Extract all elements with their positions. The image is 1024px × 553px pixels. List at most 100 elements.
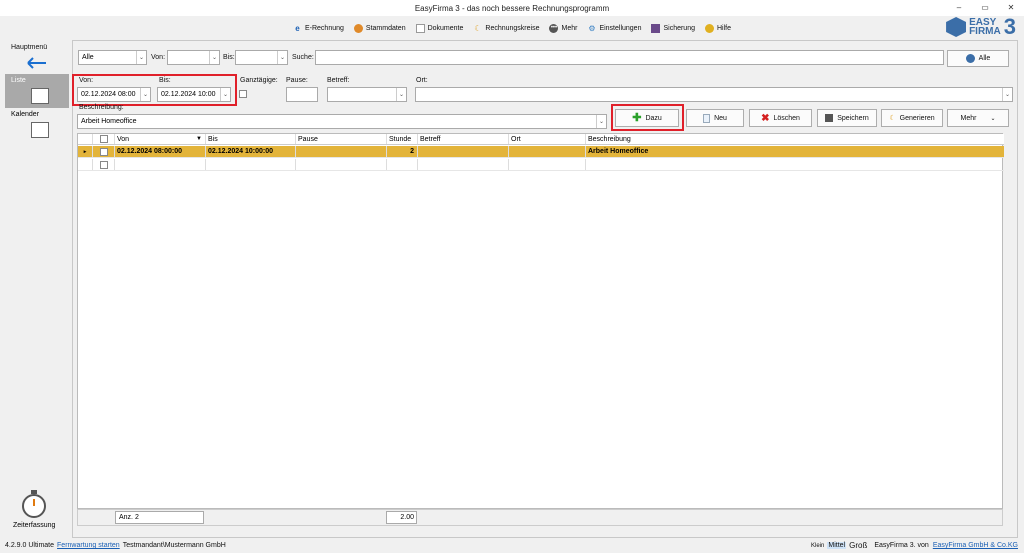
- people-icon: [353, 23, 363, 33]
- cell-empty: [509, 159, 586, 170]
- row-checkbox[interactable]: [99, 160, 108, 169]
- cell-ort: [509, 146, 586, 157]
- sidebar-item-label: Liste: [11, 77, 26, 84]
- menu-item-stammdaten[interactable]: Stammdaten: [352, 22, 408, 35]
- menu-label: Mehr: [561, 24, 578, 32]
- product-text: EasyFirma 3. von: [874, 542, 929, 549]
- sidebar-item-label: Kalender: [11, 111, 40, 118]
- logo-number: 3: [1003, 14, 1016, 39]
- ganztaegig-checkbox[interactable]: [239, 90, 247, 98]
- column-header-bis[interactable]: Bis: [206, 134, 296, 144]
- backup-icon: [651, 23, 661, 33]
- row-checkbox-cell: [93, 159, 115, 170]
- version-text: 4.2.9.0 Ultimate: [5, 542, 55, 549]
- company-link[interactable]: EasyFirma GmbH & Co.KG: [933, 542, 1018, 549]
- size-small-option[interactable]: Klein: [811, 543, 824, 549]
- cell-empty: [296, 159, 387, 170]
- menu-item-rechnungskreise[interactable]: ☾ Rechnungskreise: [471, 22, 541, 35]
- menu-label: E-Rechnung: [304, 24, 344, 32]
- chevron-down-icon: ⌄: [136, 51, 146, 64]
- refresh-icon: [965, 54, 975, 63]
- filter-von-input[interactable]: ⌄: [167, 50, 220, 65]
- sidebar-item-label: Hauptmenü: [11, 44, 48, 51]
- menu-item-mehr[interactable]: ••• Mehr: [547, 22, 579, 35]
- more-icon: •••: [549, 23, 559, 33]
- cell-empty: [586, 159, 1004, 170]
- help-icon: [705, 23, 714, 33]
- beschreibung-label: Beschreibung:: [79, 104, 124, 111]
- sidebar-item-liste[interactable]: Liste: [5, 74, 69, 108]
- column-header-von[interactable]: Von ▼: [115, 134, 206, 144]
- moon-icon: ☾: [889, 115, 896, 122]
- fernwartung-link[interactable]: Fernwartung starten: [57, 542, 120, 549]
- beschreibung-select[interactable]: Arbeit Homeoffice ⌄: [77, 114, 607, 129]
- hours-sum-field: 2.00: [386, 511, 417, 524]
- status-filter-select[interactable]: Alle ⌄: [78, 50, 147, 65]
- chevron-down-icon: ⌄: [396, 88, 406, 101]
- row-pointer-icon: ▸: [78, 146, 93, 157]
- new-row[interactable]: [78, 159, 1004, 171]
- filter-bis-input[interactable]: ⌄: [235, 50, 288, 65]
- calendar-icon: [31, 122, 49, 138]
- stopwatch-icon[interactable]: [20, 488, 48, 520]
- menu-item-hilfe[interactable]: Hilfe: [703, 22, 733, 35]
- sidebar-item-kalender[interactable]: Kalender: [5, 108, 69, 142]
- menu-item-dokumente[interactable]: Dokumente: [414, 22, 466, 35]
- chevron-down-icon: ⌄: [990, 115, 996, 122]
- sidebar: Hauptmenü Liste Kalender Zeiterfassung: [0, 40, 70, 538]
- pause-input[interactable]: [286, 87, 318, 102]
- gear-icon: ⚙: [588, 23, 596, 33]
- menu-item-e-rechnung[interactable]: e E-Rechnung: [291, 22, 346, 35]
- size-large-option[interactable]: Groß: [849, 541, 867, 550]
- chevron-down-icon: ⌄: [277, 51, 287, 64]
- minimize-button[interactable]: –: [946, 0, 972, 14]
- pause-label: Pause:: [286, 77, 308, 84]
- ganztaegig-label: Ganztägige:: [240, 77, 278, 84]
- app-logo: EASY FIRMA 3: [946, 14, 1016, 39]
- menu-item-sicherung[interactable]: Sicherung: [649, 22, 697, 35]
- chevron-down-icon: ⌄: [1002, 88, 1012, 101]
- row-checkbox[interactable]: [99, 147, 108, 156]
- alle-button[interactable]: Alle: [947, 50, 1009, 67]
- mehr-button[interactable]: Mehr ⌄: [947, 109, 1009, 127]
- sidebar-item-hauptmenu[interactable]: Hauptmenü: [11, 44, 71, 51]
- cell-empty: [387, 159, 418, 170]
- cube-icon: [946, 17, 967, 37]
- ort-select[interactable]: ⌄: [415, 87, 1013, 102]
- arrow-left-icon[interactable]: [26, 57, 48, 69]
- menu-item-einstellungen[interactable]: ⚙ Einstellungen: [585, 22, 643, 35]
- column-header-stunde[interactable]: Stunde: [387, 134, 418, 144]
- select-all-checkbox[interactable]: [99, 135, 108, 143]
- maximize-button[interactable]: ▭: [972, 0, 998, 14]
- ort-label: Ort:: [416, 77, 428, 84]
- top-menu: e E-Rechnung Stammdaten Dokumente ☾ Rech…: [0, 18, 1024, 38]
- column-header-pause[interactable]: Pause: [296, 134, 387, 144]
- cell-stunde: 2: [387, 146, 418, 157]
- generieren-button[interactable]: ☾ Generieren: [881, 109, 943, 127]
- column-header-betreff[interactable]: Betreff: [418, 134, 509, 144]
- loeschen-button[interactable]: ✖ Löschen: [749, 109, 812, 127]
- table-footer: Anz. 2 2.00: [77, 509, 1003, 526]
- table-row[interactable]: ▸ 02.12.2024 08:00:00 02.12.2024 10:00:0…: [78, 146, 1004, 158]
- size-mid-option[interactable]: Mittel: [827, 542, 847, 549]
- column-header-ort[interactable]: Ort: [509, 134, 586, 144]
- speichern-button[interactable]: Speichern: [817, 109, 877, 127]
- delete-icon: ✖: [761, 112, 770, 124]
- close-button[interactable]: ✕: [998, 0, 1024, 14]
- row-checkbox-cell: [93, 146, 115, 157]
- betreff-select[interactable]: ⌄: [327, 87, 407, 102]
- cell-empty: [115, 159, 206, 170]
- window-controls: – ▭ ✕: [946, 0, 1024, 14]
- mandant-text: Testmandant\Mustermann GmbH: [122, 542, 226, 549]
- neu-button[interactable]: Neu: [686, 109, 744, 127]
- row-indicator-header: [78, 134, 93, 144]
- logo-text: EASY FIRMA: [969, 17, 1001, 37]
- search-input[interactable]: [315, 50, 944, 65]
- column-header-beschreibung[interactable]: Beschreibung: [586, 134, 1004, 144]
- sidebar-item-zeiterfassung[interactable]: Zeiterfassung: [13, 522, 55, 529]
- menu-label: Stammdaten: [365, 24, 406, 32]
- document-icon: [415, 23, 425, 33]
- cell-empty: [206, 159, 296, 170]
- cell-empty: [418, 159, 509, 170]
- highlight-box-dazu: [611, 104, 684, 131]
